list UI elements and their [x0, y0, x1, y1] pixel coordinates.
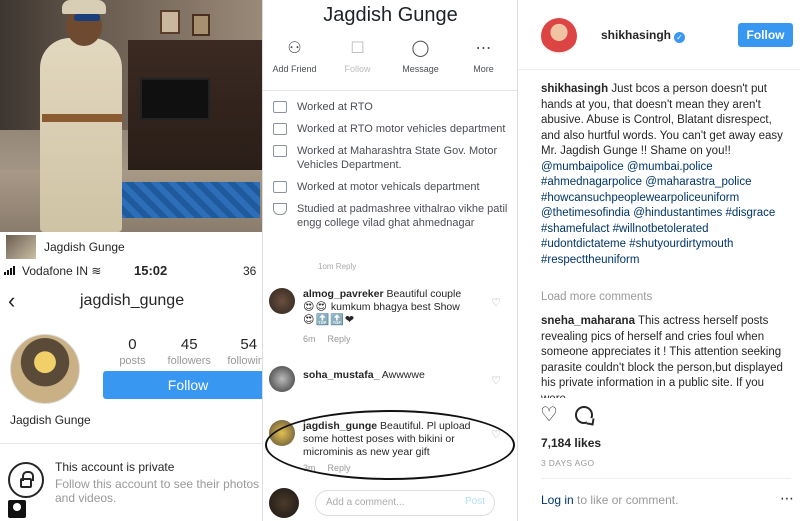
more-icon: ⋯ — [475, 40, 492, 57]
phone-status-bar: Vodafone IN ≋ 15:02 36 — [0, 262, 262, 280]
info-item: Worked at RTO motor vehicles department — [273, 122, 513, 136]
caption-username[interactable]: shikhasingh — [541, 83, 608, 95]
emoji-icons: 😍🔝🔝❤ — [303, 314, 356, 326]
caption-tags[interactable]: @mumbaipolice @mumbai.police #ahmednagar… — [541, 161, 775, 266]
profile-cover-photo — [0, 0, 262, 232]
private-account-subtitle: Follow this account to see their photos … — [55, 477, 260, 505]
follow-action-button[interactable]: ☐ Follow — [326, 40, 389, 74]
graduation-cap-icon — [273, 203, 287, 215]
lock-icon — [8, 462, 44, 498]
private-account-title: This account is private — [55, 460, 175, 474]
fb-name-caption: Jagdish Gunge — [44, 240, 125, 254]
comment-meta: 6m Reply — [303, 334, 351, 344]
heart-icon[interactable]: ♡ — [540, 405, 560, 425]
likes-count[interactable]: 7,184 likes — [541, 436, 601, 450]
comment-text: almog_pavreker Beautiful couple 😍😍 kumku… — [303, 288, 462, 326]
verified-badge-icon: ✓ — [674, 32, 686, 43]
follow-button[interactable]: Follow — [738, 23, 793, 47]
divider — [0, 443, 262, 444]
work-education-list: Worked at RTO Worked at RTO motor vehicl… — [273, 100, 513, 238]
reply-link[interactable]: Reply — [328, 334, 351, 344]
divider — [263, 90, 517, 91]
comment-item: sneha_maharana This actress herself post… — [541, 315, 783, 398]
post-caption: shikhasingh Just bcos a person doesn't p… — [541, 83, 783, 266]
comment-icon[interactable] — [575, 406, 593, 424]
fb-name-strip: Jagdish Gunge — [0, 232, 262, 262]
add-comment-bar: Add a comment... Post — [269, 488, 514, 518]
avatar[interactable] — [269, 288, 295, 314]
add-friend-button[interactable]: ⚇ Add Friend — [263, 40, 326, 74]
info-item: Worked at motor vehicals department — [273, 180, 513, 194]
briefcase-icon — [273, 145, 287, 157]
middle-screenshot: Jagdish Gunge ⚇ Add Friend ☐ Follow ◯ Me… — [262, 0, 517, 521]
cut-comment-meta: 1om Reply — [318, 262, 357, 271]
profile-thumbnail — [6, 235, 36, 259]
login-link[interactable]: Log in — [541, 493, 574, 507]
message-button[interactable]: ◯ Message — [389, 40, 452, 74]
briefcase-icon — [273, 101, 287, 113]
stat-followers[interactable]: 45 followers — [153, 336, 226, 367]
add-friend-icon: ⚇ — [287, 40, 302, 57]
carrier-label: Vodafone IN ≋ — [22, 264, 102, 278]
wifi-icon: ≋ — [91, 264, 102, 278]
follow-icon: ☐ — [350, 40, 365, 57]
more-options-icon[interactable]: ⋯ — [780, 490, 794, 507]
signal-icon — [4, 266, 15, 275]
emoji-icons: 😍😍 — [303, 301, 328, 313]
info-item: Studied at padmashree vithalrao vikhe pa… — [273, 202, 513, 230]
load-more-comments-link[interactable]: Load more comments — [541, 291, 652, 303]
profile-actions: ⚇ Add Friend ☐ Follow ◯ Message ⋯ More — [263, 40, 517, 74]
divider — [541, 478, 791, 479]
clock: 15:02 — [134, 263, 168, 278]
follow-button[interactable]: Follow — [103, 371, 262, 399]
messenger-icon: ◯ — [411, 40, 430, 57]
stat-posts[interactable]: 0 posts — [112, 336, 153, 367]
left-screenshot: Jagdish Gunge Vodafone IN ≋ 15:02 36 ‹ j… — [0, 0, 262, 521]
post-timestamp: 3 DAYS AGO — [541, 458, 595, 468]
avatar[interactable] — [541, 18, 577, 54]
post-header: shikhasingh ✓ Follow — [518, 0, 800, 70]
battery-label: 36 — [243, 264, 257, 278]
avatar[interactable] — [269, 366, 295, 392]
person-icon — [8, 500, 26, 518]
profile-avatar[interactable] — [10, 334, 80, 404]
display-name: Jagdish Gunge — [10, 413, 91, 427]
more-button[interactable]: ⋯ More — [452, 40, 515, 74]
post-button[interactable]: Post — [465, 496, 485, 507]
comment-item: almog_pavreker Beautiful couple 😍😍 kumku… — [269, 288, 509, 348]
stat-following[interactable]: 54following — [226, 336, 262, 367]
profile-stats: 0posts 45followers 54following — [112, 336, 262, 367]
comment-username[interactable]: sneha_maharana — [541, 315, 635, 327]
briefcase-icon — [273, 123, 287, 135]
avatar — [269, 488, 299, 518]
back-arrow-icon[interactable]: ‹ — [8, 288, 15, 314]
highlight-circle — [265, 410, 515, 480]
comment-text: soha_mustafa_ Awwwwe — [303, 369, 425, 381]
info-item: Worked at Maharashtra State Gov. Motor V… — [273, 144, 513, 172]
profile-username: jagdish_gunge — [80, 292, 185, 309]
login-prompt: Log in to like or comment. — [541, 493, 679, 507]
post-username[interactable]: shikhasingh ✓ — [601, 28, 686, 43]
post-action-bar: ♡ — [518, 400, 800, 430]
info-item: Worked at RTO — [273, 100, 513, 114]
right-screenshot: shikhasingh ✓ Follow shikhasingh Just bco… — [517, 0, 800, 521]
briefcase-icon — [273, 181, 287, 193]
comment-item: soha_mustafa_ Awwwwe ♡ — [269, 366, 509, 396]
fb-profile-title: Jagdish Gunge — [323, 4, 458, 26]
heart-icon[interactable]: ♡ — [491, 374, 501, 387]
heart-icon[interactable]: ♡ — [491, 296, 501, 309]
